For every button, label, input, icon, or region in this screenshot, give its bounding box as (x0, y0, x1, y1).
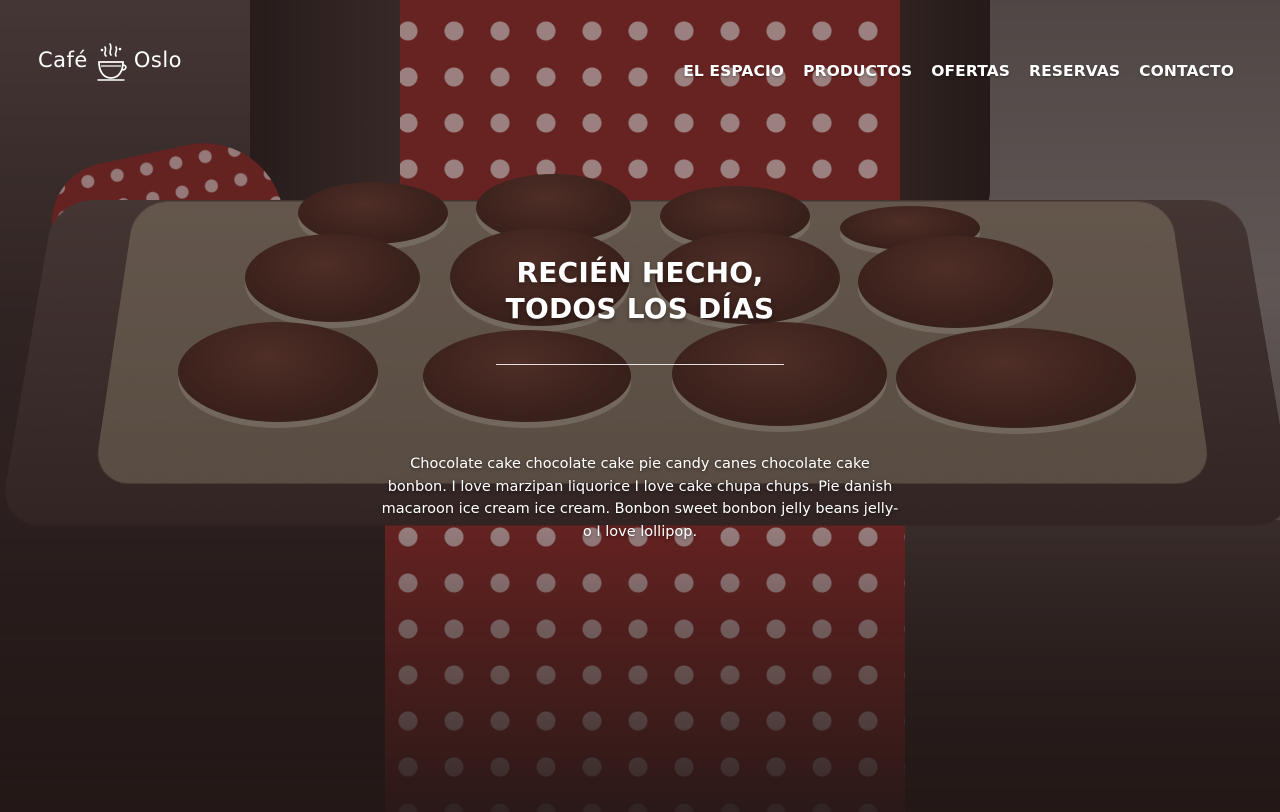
logo-link[interactable]: Café Oslo (38, 38, 182, 82)
hero-title-line2: TODOS LOS DÍAS (505, 292, 775, 325)
hero-content: RECIÉN HECHO, TODOS LOS DÍAS Chocolate c… (0, 255, 1280, 543)
nav-item-productos[interactable]: PRODUCTOS (803, 62, 912, 80)
hero-divider (496, 364, 784, 365)
logo-word-cafe: Café (38, 48, 88, 72)
nav-item-contacto[interactable]: CONTACTO (1139, 62, 1234, 80)
nav-item-ofertas[interactable]: OFERTAS (931, 62, 1010, 80)
hero-section: Café Oslo EL ESPACIO PRODUCTOS OFERTAS R… (0, 0, 1280, 812)
nav-item-el-espacio[interactable]: EL ESPACIO (683, 62, 784, 80)
hero-title-line1: RECIÉN HECHO, (516, 256, 764, 289)
nav-item-reservas[interactable]: RESERVAS (1029, 62, 1120, 80)
hero-title: RECIÉN HECHO, TODOS LOS DÍAS (0, 255, 1280, 327)
coffee-cup-icon (97, 43, 127, 81)
site-header: Café Oslo EL ESPACIO PRODUCTOS OFERTAS R… (0, 0, 1280, 140)
hero-description: Chocolate cake chocolate cake pie candy … (381, 456, 899, 540)
main-nav: EL ESPACIO PRODUCTOS OFERTAS RESERVAS CO… (683, 62, 1234, 80)
logo-word-oslo: Oslo (133, 48, 183, 72)
